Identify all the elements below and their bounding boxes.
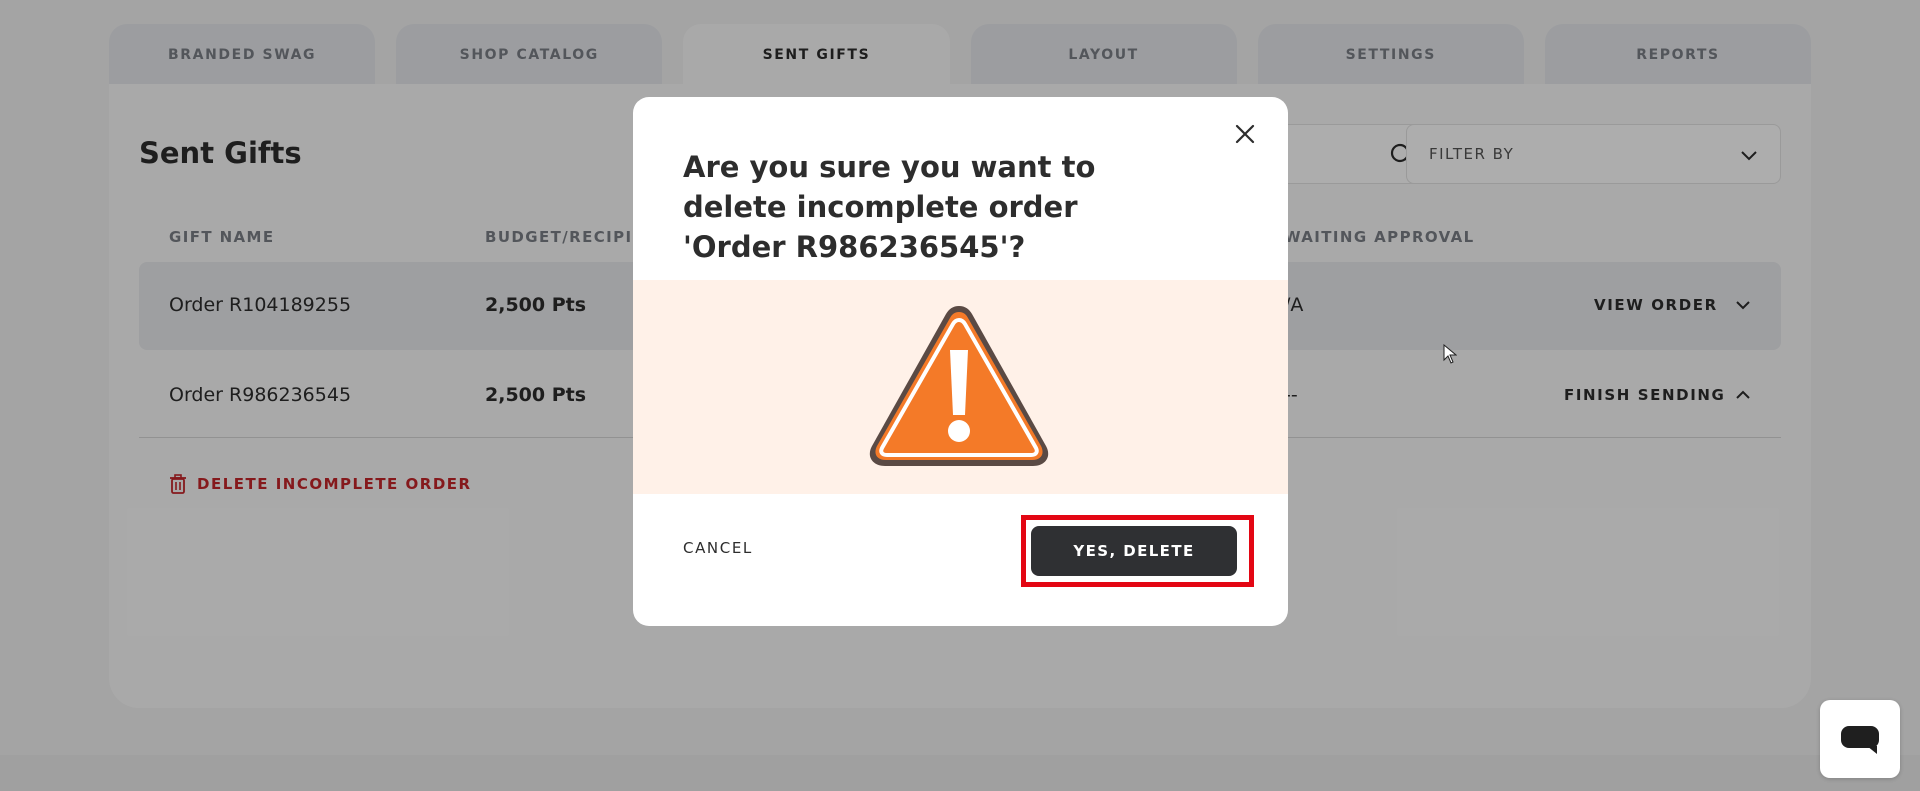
close-icon[interactable] [1232,121,1258,147]
mouse-cursor-icon [1443,344,1457,364]
yes-delete-button[interactable]: YES, DELETE [1031,526,1237,576]
delete-confirmation-modal: Are you sure you want to delete incomple… [633,97,1288,626]
cancel-button[interactable]: CANCEL [683,539,753,557]
modal-title: Are you sure you want to delete incomple… [683,150,1096,264]
chat-launcher-button[interactable] [1820,700,1900,778]
warning-icon [869,306,1049,466]
chat-icon [1841,726,1879,754]
warning-band [633,280,1288,494]
